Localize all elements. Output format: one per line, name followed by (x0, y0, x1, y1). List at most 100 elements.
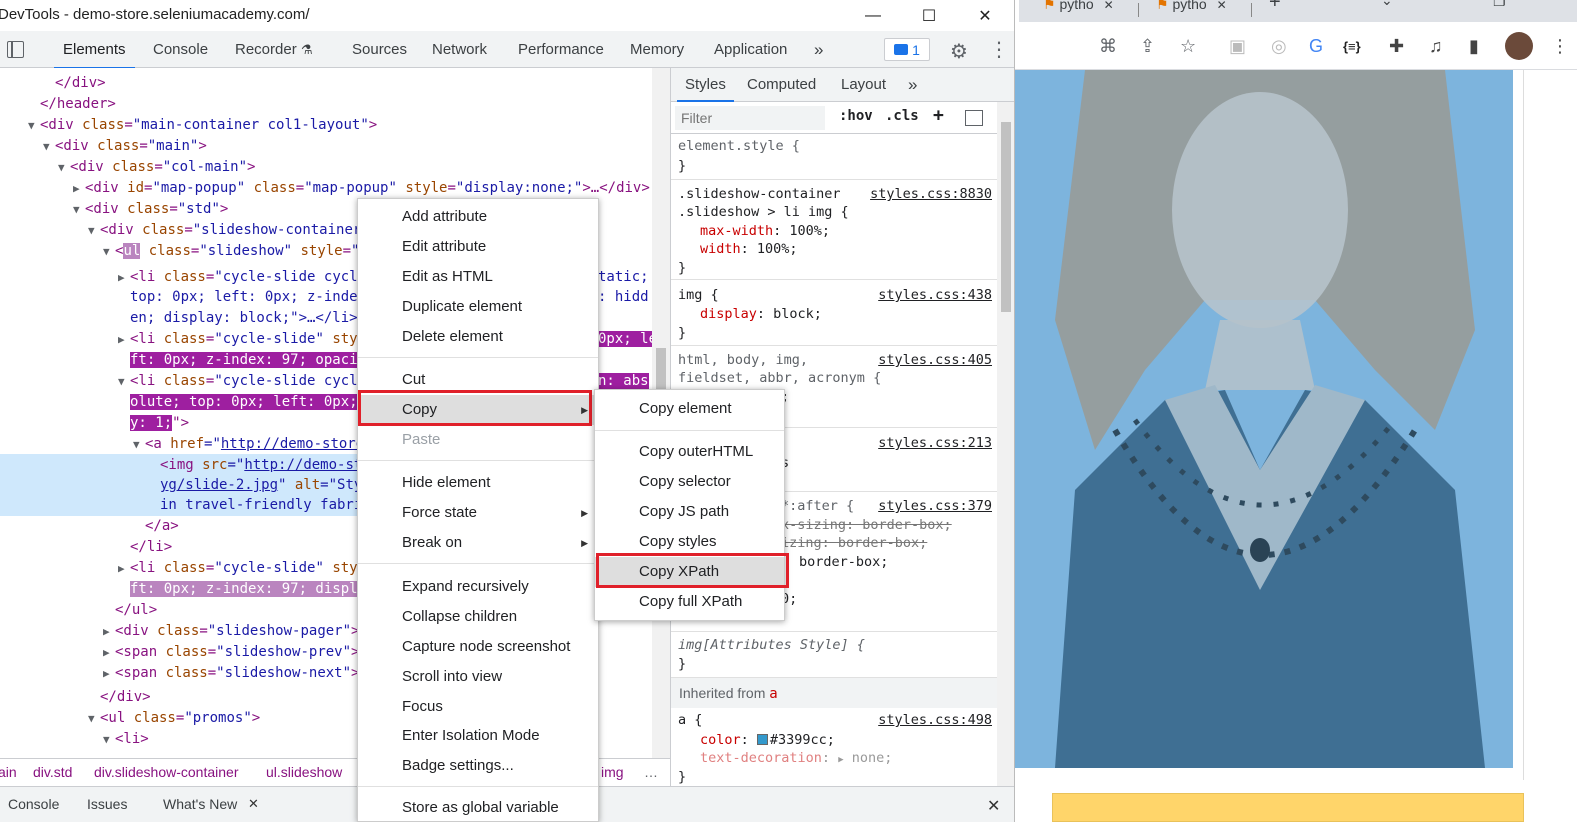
restore-icon[interactable]: ❐ (1493, 0, 1506, 16)
menu-item-badge-settings[interactable]: Badge settings... (358, 751, 598, 781)
menu-item-copy-element[interactable]: Copy element (595, 394, 784, 424)
breadcrumb-item[interactable]: div.slideshow-container (94, 759, 238, 786)
tab-memory[interactable]: Memory (630, 31, 684, 68)
expanded-arrow-icon[interactable]: ▼ (103, 729, 115, 750)
slideshow-image[interactable] (1015, 70, 1513, 768)
dom-node[interactable]: ▶<span class="slideshow-prev">… (103, 642, 368, 663)
expanded-arrow-icon[interactable]: ▼ (73, 199, 85, 220)
menu-item-add-attribute[interactable]: Add attribute (358, 202, 598, 232)
expanded-arrow-icon[interactable]: ▼ (58, 157, 70, 178)
menu-item-copy-js-path[interactable]: Copy JS path (595, 497, 784, 527)
drawer-tab-whats-new[interactable]: What's New (163, 796, 237, 812)
settings-gear-icon[interactable]: ⚙ (950, 39, 968, 64)
menu-item-force-state[interactable]: Force state ▶ (358, 498, 598, 528)
dom-node[interactable]: </ul> (115, 600, 157, 621)
tab-close-icon[interactable]: ✕ (1104, 0, 1114, 12)
tab-computed[interactable]: Computed (747, 68, 816, 102)
dom-node[interactable]: ▶<span class="slideshow-next">… (103, 663, 368, 684)
dom-node[interactable]: </li> (130, 537, 172, 558)
device-toolbar-icon[interactable] (7, 41, 24, 58)
class-toggle[interactable]: .cls (885, 108, 919, 124)
tab-console[interactable]: Console (153, 31, 208, 68)
expanded-arrow-icon[interactable]: ▼ (118, 371, 130, 392)
dom-node[interactable]: ▼ <ul class="promos"> (88, 708, 260, 729)
menu-item-expand-recursively[interactable]: Expand recursively (358, 572, 598, 602)
menu-item-copy-outerhtml[interactable]: Copy outerHTML (595, 437, 784, 467)
tab-close-icon[interactable]: ✕ (1217, 0, 1227, 12)
dom-node[interactable]: ▼ <li> (103, 729, 149, 750)
menu-item-duplicate-element[interactable]: Duplicate element (358, 292, 598, 322)
color-swatch[interactable] (756, 734, 768, 745)
dom-node[interactable]: </div> (100, 687, 151, 708)
tab-application[interactable]: Application (714, 31, 787, 68)
source-link[interactable]: styles.css:498 (878, 711, 992, 729)
star-icon[interactable]: ☆ (1180, 36, 1196, 57)
tab-performance[interactable]: Performance (518, 31, 604, 68)
breadcrumb-item[interactable]: ain (0, 759, 17, 786)
media-icon[interactable]: ♫ (1429, 36, 1443, 57)
browser-tab[interactable]: ⚑ pytho ✕ (1156, 0, 1227, 19)
dom-node[interactable]: ▼ <div class="main"> (43, 136, 207, 157)
menu-item-delete-element[interactable]: Delete element (358, 322, 598, 352)
source-link[interactable]: styles.css:379 (878, 497, 992, 515)
collapsed-arrow-icon[interactable]: ▶ (118, 329, 130, 350)
dom-node[interactable]: ▶<div class="slideshow-pager">… (103, 621, 368, 642)
breadcrumb-item[interactable]: div.std (33, 759, 72, 786)
promo-banner[interactable] (1052, 793, 1524, 822)
dom-node[interactable]: ▼ <div class="col-main"> (58, 157, 255, 178)
expanded-arrow-icon[interactable]: ▼ (28, 115, 40, 136)
breadcrumb-item[interactable]: ul.slideshow (266, 759, 342, 786)
more-tabs-icon[interactable]: » (814, 31, 823, 68)
maximize-button[interactable]: ☐ (906, 0, 952, 31)
source-link[interactable]: styles.css:8830 (870, 185, 992, 203)
dom-node[interactable]: ▶ <li class="cycle-slide cycle (118, 267, 366, 288)
collapsed-arrow-icon[interactable]: ▶ (73, 178, 85, 199)
breadcrumb-item[interactable]: img (601, 759, 624, 786)
more-icon[interactable]: ⋮ (1551, 36, 1569, 57)
chevron-down-icon[interactable]: ⌄ (1381, 0, 1393, 15)
dom-node[interactable]: ▼ <div class="main-container col1-layout"… (28, 115, 377, 136)
menu-item-enter-isolation-mode[interactable]: Enter Isolation Mode (358, 721, 598, 751)
sidebar-toggle-icon[interactable] (965, 110, 983, 126)
share-icon[interactable]: ⇪ (1140, 36, 1155, 57)
styles-filter-input[interactable] (675, 106, 825, 130)
expanded-arrow-icon[interactable]: ▼ (43, 136, 55, 157)
extension-icon[interactable]: ◎ (1271, 36, 1287, 57)
dom-node[interactable]: ▼ <a href="http://demo-store (133, 434, 364, 455)
tab-styles[interactable]: Styles (677, 68, 734, 102)
dom-node[interactable]: ▼ <li class="cycle-slide cycle (118, 371, 366, 392)
source-link[interactable]: styles.css:405 (878, 351, 992, 369)
drawer-tab-console[interactable]: Console (8, 796, 59, 812)
menu-item-collapse-children[interactable]: Collapse children (358, 602, 598, 632)
close-drawer-icon[interactable]: ✕ (987, 796, 1000, 816)
scroll-thumb[interactable] (1001, 122, 1011, 312)
json-extension-icon[interactable]: {≡} (1343, 39, 1361, 54)
sidepanel-icon[interactable]: ▮ (1469, 36, 1479, 57)
hover-state-toggle[interactable]: :hov (839, 108, 873, 124)
dom-node[interactable]: ▼ <div class="slideshow-container (88, 220, 361, 241)
styles-scrollbar[interactable] (997, 102, 1014, 786)
menu-item-copy-selector[interactable]: Copy selector (595, 467, 784, 497)
drawer-tab-issues[interactable]: Issues (87, 796, 127, 812)
browser-tab[interactable]: ⚑ pytho ✕ (1043, 0, 1114, 19)
menu-item-edit-as-html[interactable]: Edit as HTML (358, 262, 598, 292)
tab-elements[interactable]: Elements (54, 31, 134, 69)
tab-recorder[interactable]: Recorder ⚗ (235, 31, 313, 68)
translate-icon[interactable]: ⌘ (1099, 36, 1117, 57)
tab-network[interactable]: Network (432, 31, 487, 68)
dom-node[interactable]: </a> (145, 516, 179, 537)
tab-sources[interactable]: Sources (352, 31, 407, 68)
menu-item-copy-full-xpath[interactable]: Copy full XPath (595, 587, 784, 617)
new-rule-icon[interactable]: + (933, 105, 944, 126)
dom-node[interactable]: </header> (40, 94, 116, 115)
dom-node[interactable]: ▼ <div class="std"> (73, 199, 228, 220)
expanded-arrow-icon[interactable]: ▼ (103, 241, 115, 262)
expanded-arrow-icon[interactable]: ▼ (133, 434, 145, 455)
dom-node[interactable]: ▼ <ul class="slideshow" style=" (103, 241, 359, 262)
close-window-button[interactable]: ✕ (962, 0, 1008, 31)
menu-item-edit-attribute[interactable]: Edit attribute (358, 232, 598, 262)
dom-node-selected[interactable]: <img src="http://demo-st (160, 455, 362, 476)
menu-item-capture-node-screenshot[interactable]: Capture node screenshot (358, 632, 598, 662)
puzzle-icon[interactable]: ✚ (1389, 36, 1404, 57)
more-options-icon[interactable]: ⋮ (989, 37, 1009, 62)
